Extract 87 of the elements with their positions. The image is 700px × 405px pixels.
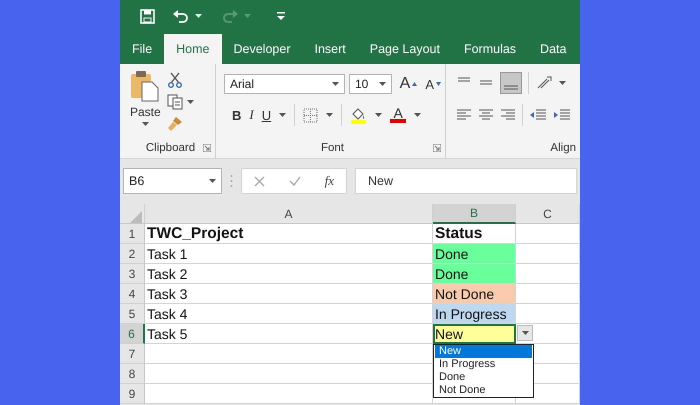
- table-cell: Task 2: [145, 264, 433, 284]
- borders-icon[interactable]: [303, 108, 318, 122]
- dropdown-option[interactable]: New: [435, 345, 532, 358]
- copy-icon[interactable]: [166, 94, 183, 110]
- font-size-field[interactable]: 10: [348, 74, 392, 94]
- font-name-field[interactable]: Arial: [224, 74, 345, 94]
- row-header[interactable]: 3: [120, 264, 145, 284]
- ribbon-tab[interactable]: Insert: [302, 34, 358, 64]
- table-cell: Task 5: [145, 324, 433, 344]
- caret-icon[interactable]: [186, 100, 194, 104]
- column-header[interactable]: B: [433, 204, 516, 224]
- save-icon[interactable]: [140, 8, 155, 24]
- row-header[interactable]: 9: [120, 384, 145, 404]
- row-header[interactable]: 6: [120, 324, 145, 344]
- caret-icon[interactable]: [142, 122, 149, 127]
- table-cell: Task 4: [145, 304, 433, 324]
- caret-icon[interactable]: [522, 330, 528, 336]
- ribbon-tab[interactable]: File: [120, 34, 164, 64]
- row-header[interactable]: 7: [120, 344, 145, 364]
- table-cell: Task 3: [145, 284, 433, 304]
- formula-field[interactable]: New: [355, 168, 577, 194]
- italic-button[interactable]: I: [249, 107, 254, 123]
- grow-font-button[interactable]: A: [396, 75, 418, 93]
- group-label: Clipboard: [146, 142, 196, 154]
- insert-function-button[interactable]: fx: [324, 173, 334, 189]
- row-header[interactable]: 1: [120, 224, 145, 244]
- ribbon-tab[interactable]: Formulas: [452, 34, 528, 64]
- caret-icon[interactable]: [326, 112, 334, 118]
- caret-icon[interactable]: [559, 80, 566, 86]
- caret-icon[interactable]: [414, 112, 422, 118]
- align-left-icon[interactable]: [456, 108, 472, 122]
- caret-icon[interactable]: [375, 112, 382, 118]
- empty-cell: [516, 224, 580, 244]
- fill-color-icon[interactable]: [350, 106, 368, 124]
- status-cell[interactable]: In Progress: [433, 304, 516, 324]
- group-label: Font: [320, 142, 344, 154]
- ribbon-tab[interactable]: Home: [164, 34, 222, 64]
- status-cell[interactable]: New: [433, 324, 516, 344]
- dropdown-option[interactable]: In Progress: [435, 358, 532, 371]
- paste-icon[interactable]: [130, 70, 160, 102]
- brush-icon[interactable]: [166, 116, 183, 132]
- caret-icon: [436, 82, 441, 86]
- align-center-icon[interactable]: [478, 108, 494, 122]
- name-box[interactable]: B6: [123, 168, 222, 194]
- table-cell: TWC_Project: [145, 224, 433, 244]
- column-header[interactable]: A: [145, 204, 433, 224]
- ribbon-tab[interactable]: Page Layout: [358, 34, 452, 64]
- paste-button[interactable]: Paste: [130, 105, 161, 119]
- launcher-icon[interactable]: [203, 144, 211, 152]
- grip-icon: [230, 174, 233, 188]
- bold-button[interactable]: B: [232, 108, 242, 122]
- status-cell[interactable]: Not Done: [433, 284, 516, 304]
- caret-icon[interactable]: [209, 178, 216, 184]
- align-right-icon[interactable]: [500, 108, 516, 122]
- ribbon-tab[interactable]: Data: [528, 34, 578, 64]
- caret-icon[interactable]: [195, 14, 202, 18]
- caret-icon: [412, 82, 418, 86]
- launcher-icon[interactable]: [433, 144, 441, 152]
- row-header[interactable]: 2: [120, 244, 145, 264]
- column-header[interactable]: C: [516, 204, 580, 224]
- undo-icon[interactable]: [173, 9, 189, 23]
- dropdown-option[interactable]: Done: [435, 371, 532, 384]
- align-bottom-icon[interactable]: [500, 72, 522, 94]
- caret-icon[interactable]: [332, 82, 339, 86]
- orientation-icon[interactable]: [535, 75, 553, 91]
- caret-icon[interactable]: [378, 82, 386, 86]
- scissors-icon[interactable]: [166, 72, 183, 88]
- decrease-indent-icon[interactable]: [529, 108, 547, 122]
- triangle-icon: [130, 210, 142, 222]
- check-icon[interactable]: [288, 176, 301, 186]
- caret-icon[interactable]: [279, 112, 286, 118]
- font-color-button[interactable]: A: [390, 107, 406, 123]
- shrink-font-button[interactable]: A: [421, 76, 441, 92]
- ribbon-tab[interactable]: Developer: [222, 34, 302, 64]
- group-label: Align: [550, 142, 576, 154]
- increase-indent-icon[interactable]: [553, 108, 571, 122]
- dropdown-option[interactable]: Not Done: [435, 384, 532, 397]
- row-header[interactable]: 4: [120, 284, 145, 304]
- row-header[interactable]: 8: [120, 364, 145, 384]
- dropdown-button[interactable]: [517, 325, 533, 341]
- table-cell: Task 1: [145, 244, 433, 264]
- underline-button[interactable]: U: [262, 108, 272, 122]
- row-header[interactable]: 5: [120, 304, 145, 324]
- customize-icon[interactable]: [277, 12, 285, 20]
- status-cell[interactable]: Done: [433, 244, 516, 264]
- redo-icon: [222, 9, 238, 23]
- status-cell[interactable]: Done: [433, 264, 516, 284]
